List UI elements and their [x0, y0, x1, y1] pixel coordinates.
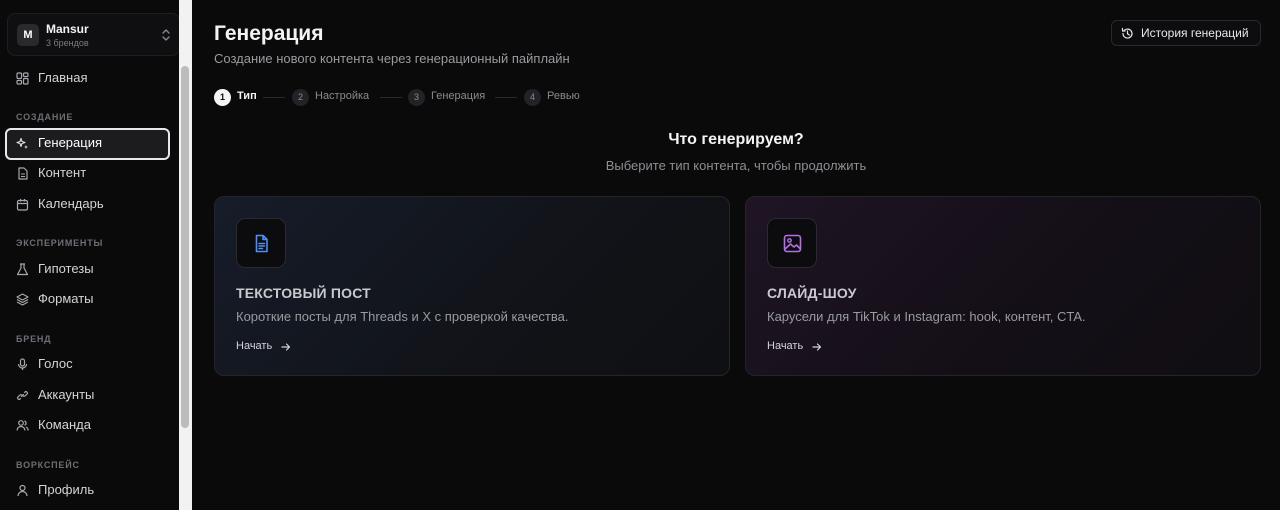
section-label-workspace: ВОРКСПЕЙС: [16, 460, 80, 470]
step-number: 4: [524, 89, 541, 106]
step-connector: [380, 97, 402, 98]
slideshow-card[interactable]: СЛАЙД-ШОУ Карусели для TikTok и Instagra…: [745, 196, 1261, 376]
section-label-brand: БРЕНД: [16, 334, 52, 344]
sidebar-item-generation[interactable]: Генерация: [5, 128, 170, 160]
card-description: Карусели для TikTok и Instagram: hook, к…: [767, 309, 1086, 324]
card-icon-box: [236, 218, 286, 268]
step-connector: [495, 97, 517, 98]
question-subtitle: Выберите тип контента, чтобы продолжить: [605, 158, 867, 173]
sidebar-item-label: Генерация: [38, 135, 103, 150]
grid-icon: [16, 72, 29, 85]
document-icon: [255, 234, 268, 253]
sidebar-item-label: Профиль: [38, 482, 95, 497]
sidebar-item-formats[interactable]: Форматы: [5, 284, 170, 316]
step-number: 1: [214, 89, 231, 106]
sidebar-item-voice[interactable]: Голос: [5, 349, 170, 381]
text-post-card[interactable]: ТЕКСТОВЫЙ ПОСТ Короткие посты для Thread…: [214, 196, 730, 376]
sidebar-item-label: Гипотезы: [38, 261, 94, 276]
sidebar-item-label: Команда: [38, 417, 91, 432]
history-button-label: История генераций: [1141, 26, 1249, 40]
step-number: 3: [408, 89, 425, 106]
workspace-avatar: M: [17, 24, 39, 46]
sidebar-item-label: Контент: [38, 165, 87, 180]
generation-history-button[interactable]: История генераций: [1111, 20, 1261, 46]
sidebar-item-label: Аккаунты: [38, 387, 95, 402]
step-number: 2: [292, 89, 309, 106]
sidebar-item-label: Голос: [38, 356, 73, 371]
flask-icon: [16, 263, 29, 276]
question-title: Что генерируем?: [668, 131, 804, 148]
image-icon: [783, 234, 802, 253]
sparkles-icon: [16, 137, 28, 149]
sidebar-item-profile[interactable]: Профиль: [5, 475, 170, 507]
card-icon-box: [767, 218, 817, 268]
user-icon: [17, 484, 28, 497]
microphone-icon: [17, 358, 28, 370]
workspace-switcher[interactable]: M Mansur 3 брендов: [7, 13, 180, 56]
start-link[interactable]: Начать: [767, 340, 803, 352]
link-icon: [16, 390, 29, 401]
sidebar-item-label: Форматы: [38, 291, 94, 306]
main-content: Генерация Создание нового контента через…: [192, 0, 1280, 510]
layers-icon: [16, 293, 29, 306]
page-subtitle: Создание нового контента через генерацио…: [214, 51, 570, 66]
sidebar-item-label: Главная: [38, 70, 88, 85]
step-label: Тип: [237, 90, 257, 102]
workspace-name: Mansur: [46, 22, 89, 36]
arrow-right-icon: [812, 343, 822, 351]
section-label-creation: СОЗДАНИЕ: [16, 112, 74, 122]
sidebar-item-label: Календарь: [38, 196, 104, 211]
start-link[interactable]: Начать: [236, 340, 272, 352]
calendar-icon: [16, 199, 29, 211]
card-description: Короткие посты для Threads и X с проверк…: [236, 309, 569, 324]
sidebar-item-hypotheses[interactable]: Гипотезы: [5, 254, 170, 286]
sidebar-scrollbar-thumb[interactable]: [181, 66, 189, 428]
step-connector: [263, 97, 285, 98]
sidebar: M Mansur 3 брендов Главная СОЗДАНИЕ Гене…: [0, 0, 180, 510]
sidebar-item-calendar[interactable]: Календарь: [5, 189, 170, 221]
card-title: ТЕКСТОВЫЙ ПОСТ: [236, 285, 371, 301]
sidebar-item-home[interactable]: Главная: [5, 63, 170, 95]
step-label: Ревью: [547, 90, 580, 102]
card-title: СЛАЙД-ШОУ: [767, 285, 857, 301]
section-label-experiments: ЭКСПЕРИМЕНТЫ: [16, 238, 104, 248]
sidebar-item-content[interactable]: Контент: [5, 158, 170, 190]
history-icon: [1121, 27, 1133, 39]
page-title: Генерация: [214, 22, 324, 45]
step-label: Настройка: [315, 90, 370, 102]
document-icon: [18, 167, 28, 180]
users-icon: [16, 420, 29, 431]
workspace-subtitle: 3 брендов: [46, 38, 89, 48]
arrow-right-icon: [281, 343, 291, 351]
sidebar-item-accounts[interactable]: Аккаунты: [5, 380, 170, 412]
step-label: Генерация: [431, 90, 486, 102]
chevron-up-down-icon: [162, 29, 170, 41]
sidebar-item-team[interactable]: Команда: [5, 410, 170, 442]
